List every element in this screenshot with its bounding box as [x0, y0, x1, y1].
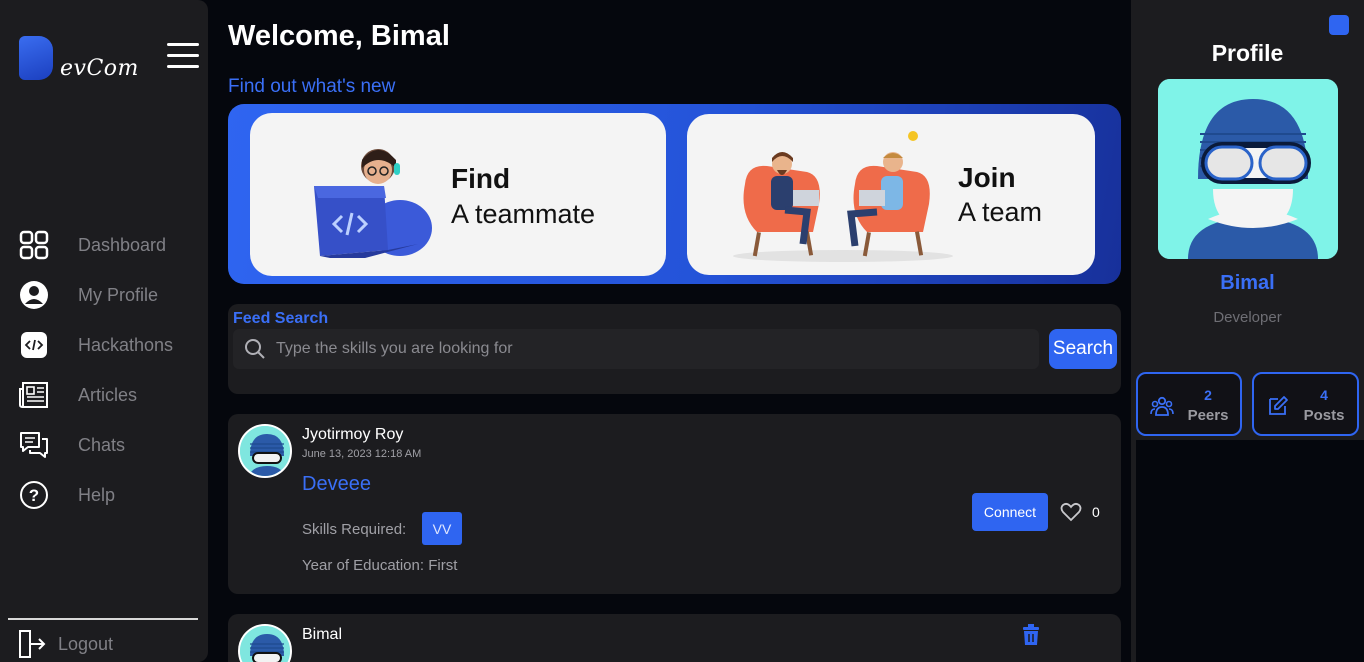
heart-icon[interactable] [1060, 502, 1082, 522]
profile-avatar-image [1158, 79, 1338, 259]
sidebar-item-label: Hackathons [78, 334, 174, 355]
developer-illustration [314, 149, 432, 258]
sidebar-item-articles[interactable]: Articles [0, 370, 208, 420]
user-circle-icon [18, 279, 50, 311]
profile-panel: Profile Bimal Developer 2 Peers 4 Posts [1131, 0, 1364, 662]
edit-icon [1269, 396, 1288, 415]
peers-icon [1150, 396, 1174, 416]
find-subtitle: A teammate [451, 199, 596, 229]
chat-icon [18, 429, 50, 461]
feed-search-panel: Feed Search Search [228, 304, 1121, 394]
logout-icon [16, 628, 48, 660]
profile-avatar[interactable] [1158, 79, 1338, 259]
search-button[interactable]: Search [1049, 329, 1117, 369]
connect-button[interactable]: Connect [972, 493, 1048, 531]
main-content: Welcome, Bimal Find out what's new Find … [228, 0, 1121, 662]
avatar-image [240, 426, 290, 476]
join-title: Join [958, 162, 1016, 193]
peers-label: Peers [1187, 407, 1229, 424]
newspaper-icon [18, 379, 50, 411]
post-author[interactable]: Jyotirmoy Roy [302, 426, 403, 444]
page-title: Welcome, Bimal [228, 20, 450, 52]
post-author[interactable]: Bimal [302, 626, 342, 644]
sidebar-item-label: Dashboard [78, 234, 167, 255]
avatar-image [240, 626, 290, 662]
team-illustration [733, 131, 953, 262]
skills-required-label: Skills Required: [302, 521, 407, 538]
sidebar-item-label: My Profile [78, 284, 159, 305]
banner: Find A teammate Join A team [228, 104, 1121, 284]
post-timestamp: June 13, 2023 12:18 AM [302, 448, 422, 460]
like-count: 0 [1092, 504, 1100, 520]
peers-stat[interactable]: 2 Peers [1136, 372, 1242, 436]
sidebar-item-my-profile[interactable]: My Profile [0, 270, 208, 320]
code-icon [18, 329, 50, 361]
skill-chip: VV [422, 512, 462, 545]
help-icon: ? [18, 479, 50, 511]
year-of-education: Year of Education: First [302, 557, 458, 574]
logout-label: Logout [58, 633, 114, 654]
search-icon [245, 339, 265, 359]
extension-icon[interactable] [1329, 15, 1349, 35]
find-teammate-card[interactable]: Find A teammate [250, 113, 666, 276]
page-subtitle: Find out what's new [228, 76, 396, 97]
logo-text: evCom [60, 56, 139, 81]
join-team-card[interactable]: Join A team [687, 114, 1095, 275]
hamburger-menu-icon[interactable] [167, 43, 199, 71]
find-title: Find [451, 163, 511, 194]
feed-post: Jyotirmoy Roy June 13, 2023 12:18 AM Dev… [228, 414, 1121, 594]
sidebar-item-hackathons[interactable]: Hackathons [0, 320, 208, 370]
posts-label: Posts [1303, 407, 1345, 424]
profile-name: Bimal [1220, 272, 1275, 294]
sidebar-item-help[interactable]: ? Help [0, 470, 208, 520]
feed-search-label: Feed Search [233, 310, 329, 327]
avatar[interactable] [238, 624, 292, 662]
sidebar-nav: Dashboard My Profile Hackathons Articles… [0, 220, 208, 520]
sidebar-item-chats[interactable]: Chats [0, 420, 208, 470]
dashboard-icon [18, 229, 50, 261]
trash-icon[interactable] [1021, 624, 1041, 646]
posts-count: 4 [1320, 387, 1328, 403]
logo[interactable]: evCom [19, 36, 149, 82]
peers-count: 2 [1204, 387, 1212, 403]
logo-mark [19, 36, 53, 80]
posts-stat[interactable]: 4 Posts [1252, 372, 1359, 436]
post-title[interactable]: Deveee [302, 473, 371, 496]
feed-post: Bimal [228, 614, 1121, 662]
profile-role: Developer [1213, 309, 1282, 326]
sidebar-item-label: Chats [78, 434, 126, 455]
sidebar-item-dashboard[interactable]: Dashboard [0, 220, 208, 270]
search-input[interactable] [276, 340, 1039, 358]
profile-title: Profile [1211, 40, 1284, 66]
avatar[interactable] [238, 424, 292, 478]
svg-text:?: ? [29, 486, 39, 505]
sidebar-item-label: Articles [78, 384, 138, 405]
divider [8, 618, 198, 620]
search-box [233, 329, 1039, 369]
join-subtitle: A team [958, 197, 1043, 227]
sidebar: evCom Dashboard My Profile Hackathons Ar… [0, 0, 208, 662]
logout-button[interactable]: Logout [16, 628, 113, 660]
profile-panel-footer [1136, 440, 1364, 662]
sidebar-item-label: Help [78, 484, 116, 505]
